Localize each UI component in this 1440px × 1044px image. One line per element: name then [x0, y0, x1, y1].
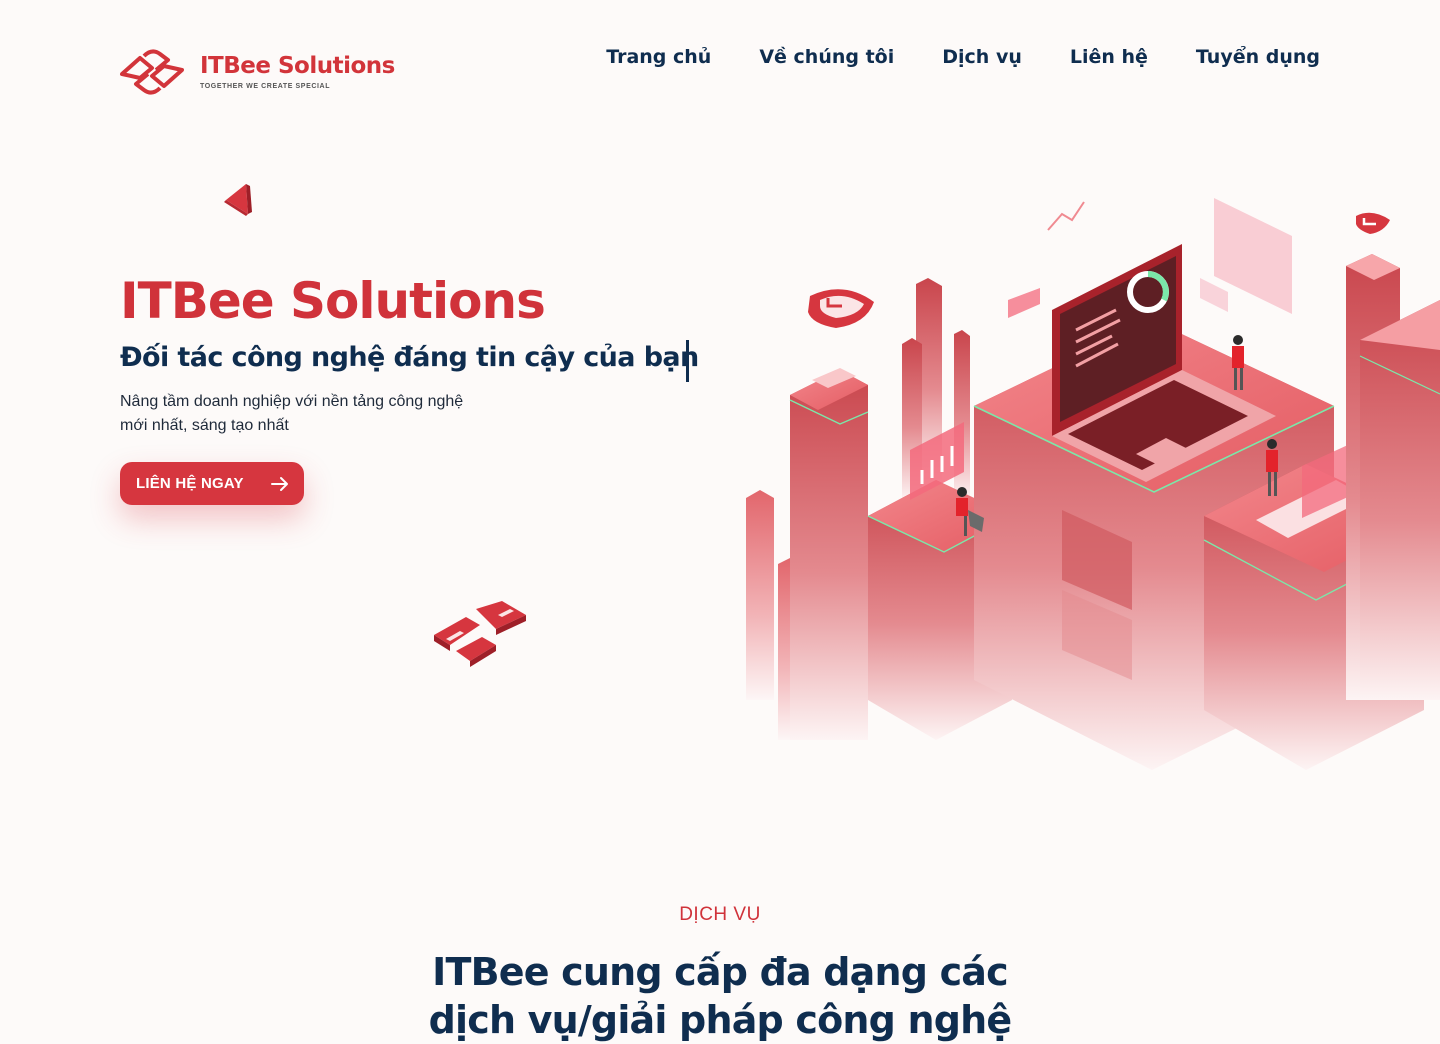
services-title-line: ITBee cung cấp đa dạng các: [432, 950, 1009, 994]
nav-item-about[interactable]: Về chúng tôi: [759, 46, 894, 68]
arrow-right-icon: [271, 476, 288, 491]
brand-logo[interactable]: ITBee Solutions TOGETHER WE CREATE SPECI…: [118, 44, 395, 100]
nav-item-home[interactable]: Trang chủ: [606, 46, 711, 68]
services-title: ITBee cung cấp đa dạng các dịch vụ/giải …: [0, 948, 1440, 1044]
decorative-3d-logo-icon: [434, 601, 526, 667]
isometric-tech-city-illustration: [746, 198, 1440, 770]
itbee-logo-icon: [120, 49, 184, 95]
brand-tagline: TOGETHER WE CREATE SPECIAL: [200, 82, 331, 90]
hero-description: Nâng tầm doanh nghiệp với nền tảng công …: [120, 390, 540, 438]
brand-name: ITBee Solutions: [200, 52, 395, 79]
hero-title: ITBee Solutions: [120, 272, 546, 330]
contact-now-label: LIÊN HỆ NGAY: [136, 475, 244, 492]
site-header: ITBee Solutions TOGETHER WE CREATE SPECI…: [0, 0, 1440, 120]
contact-now-button[interactable]: LIÊN HỆ NGAY: [120, 462, 304, 505]
text-cursor: [686, 340, 689, 382]
nav-item-careers[interactable]: Tuyển dụng: [1196, 46, 1320, 68]
hero-description-line: mới nhất, sáng tạo nhất: [120, 417, 289, 434]
nav-item-contact[interactable]: Liên hệ: [1070, 46, 1148, 68]
nav-item-services[interactable]: Dịch vụ: [942, 46, 1022, 68]
services-kicker: DỊCH VỤ: [679, 904, 761, 925]
hero-subtitle: Đối tác công nghệ đáng tin cậy của bạn: [120, 342, 699, 373]
main-nav: Trang chủ Về chúng tôi Dịch vụ Liên hệ T…: [606, 46, 1320, 68]
decorative-triangle-icon: [224, 184, 252, 216]
hero-description-line: Nâng tầm doanh nghiệp với nền tảng công …: [120, 393, 464, 410]
services-title-line: dịch vụ/giải pháp công nghệ: [428, 998, 1013, 1042]
